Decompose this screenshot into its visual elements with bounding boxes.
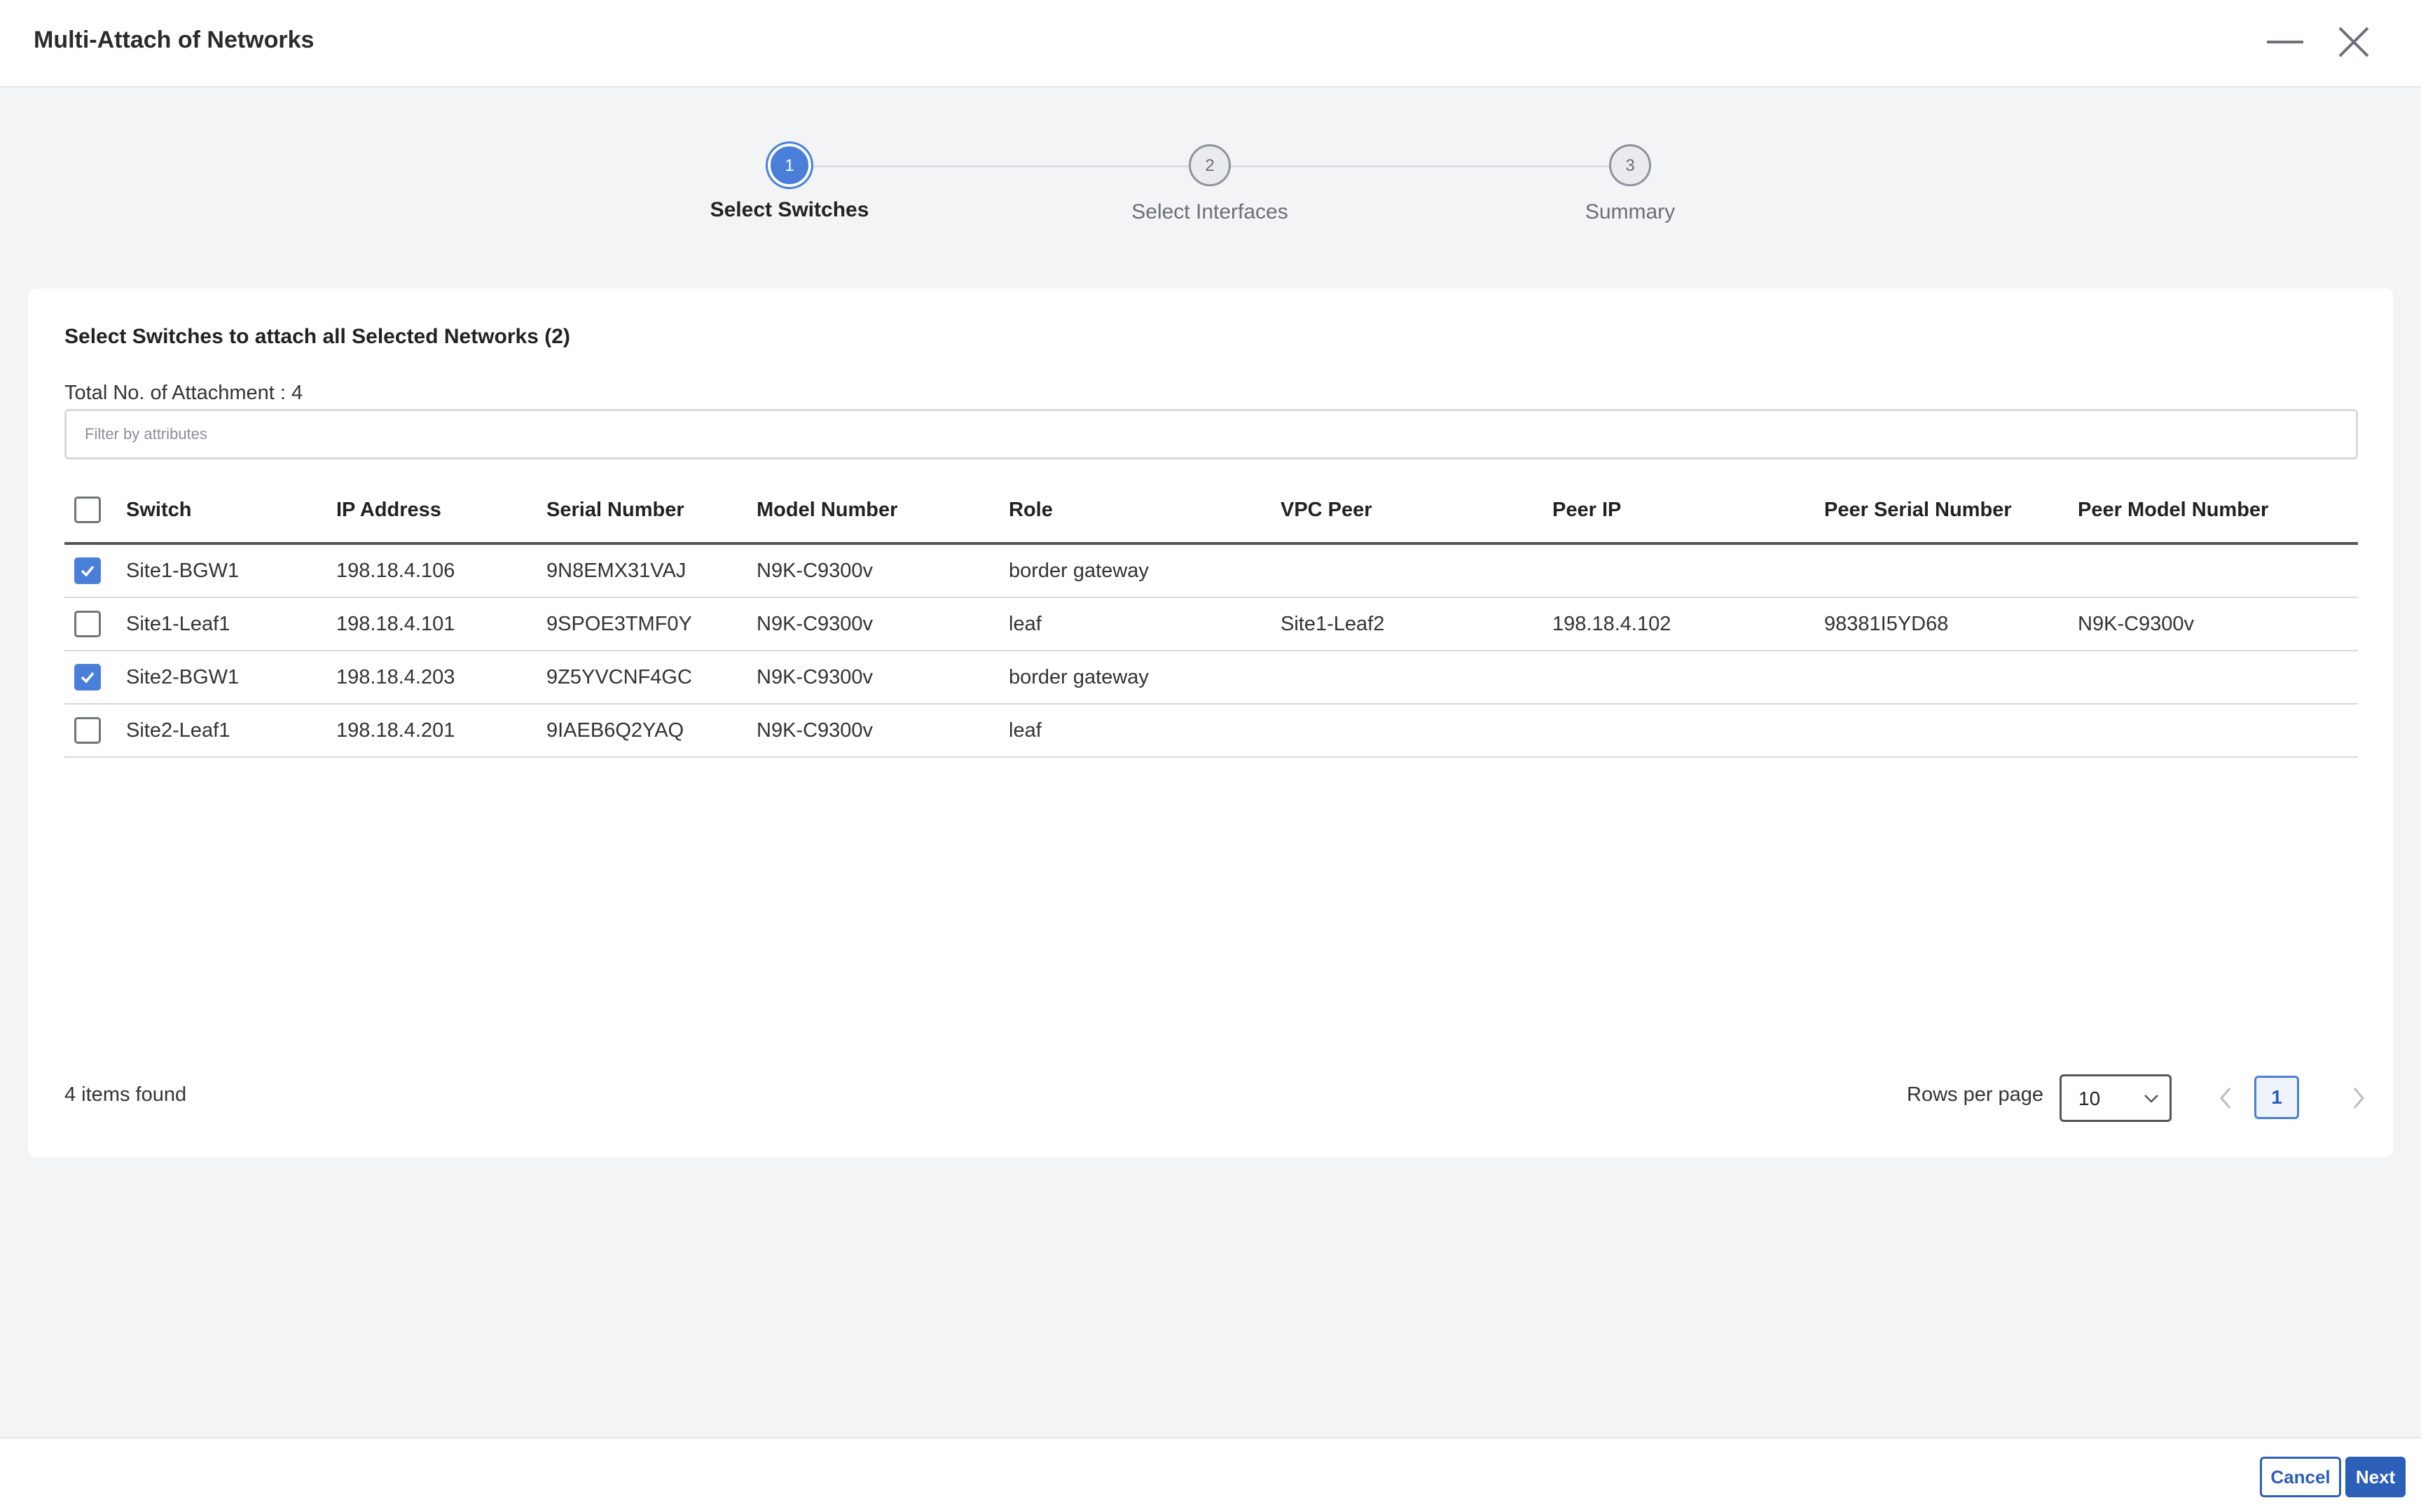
minimize-button[interactable] — [2264, 21, 2306, 63]
step-summary: 3 Summary — [1490, 140, 1770, 224]
column-header[interactable]: Peer Model Number — [2078, 478, 2358, 545]
rows-per-page-label: Rows per page — [1907, 1083, 2044, 1106]
column-header[interactable]: Serial Number — [546, 478, 757, 545]
cell-peer-serial — [1824, 543, 2078, 598]
card-heading: Select Switches to attach all Selected N… — [64, 325, 570, 348]
wizard-stepper: 1 Select Switches 2 Select Interfaces 3 … — [0, 140, 2421, 238]
cell-peer-serial — [1824, 651, 2078, 705]
checkmark-icon — [81, 565, 95, 577]
chevron-down-icon — [2144, 1095, 2158, 1103]
step-number: 2 — [1189, 144, 1231, 186]
next-button[interactable]: Next — [2345, 1457, 2406, 1497]
cell-switch: Site1-Leaf1 — [126, 597, 336, 651]
cell-vpc-peer: Site1-Leaf2 — [1281, 597, 1552, 651]
cell-ip: 198.18.4.201 — [336, 704, 546, 758]
column-header[interactable]: IP Address — [336, 478, 546, 545]
chevron-right-icon — [2353, 1088, 2364, 1109]
column-header[interactable]: VPC Peer — [1281, 478, 1552, 545]
cell-role: border gateway — [1009, 543, 1281, 598]
cell-peer-model — [2078, 704, 2358, 758]
table-row[interactable]: Site1-Leaf1 198.18.4.101 9SPOE3TMF0Y N9K… — [64, 597, 2358, 651]
cell-switch: Site1-BGW1 — [126, 543, 336, 598]
items-found-count: 4 items found — [64, 1083, 187, 1106]
cell-model: N9K-C9300v — [757, 704, 1009, 758]
next-page-button[interactable] — [2341, 1078, 2376, 1118]
switches-table: Switch IP Address Serial Number Model Nu… — [64, 478, 2358, 758]
dialog-footer: Cancel Next — [0, 1437, 2421, 1512]
rows-per-page-select[interactable]: 10 — [2060, 1074, 2172, 1122]
step-label: Select Switches — [710, 198, 869, 221]
cell-peer-ip — [1552, 543, 1824, 598]
cell-serial: 9Z5YVCNF4GC — [546, 651, 757, 705]
cell-peer-ip — [1552, 651, 1824, 705]
close-button[interactable] — [2333, 21, 2375, 63]
page-number-button[interactable]: 1 — [2254, 1076, 2299, 1119]
cell-peer-ip — [1552, 704, 1824, 758]
cell-vpc-peer — [1281, 651, 1552, 705]
cell-model: N9K-C9300v — [757, 597, 1009, 651]
close-icon — [2338, 27, 2369, 57]
row-checkbox[interactable] — [74, 717, 101, 744]
cell-peer-model: N9K-C9300v — [2078, 597, 2358, 651]
minimize-icon — [2267, 41, 2303, 43]
rows-per-page-value: 10 — [2078, 1088, 2101, 1109]
previous-page-button[interactable] — [2208, 1078, 2243, 1118]
cell-ip: 198.18.4.203 — [336, 651, 546, 705]
cell-serial: 9N8EMX31VAJ — [546, 543, 757, 598]
cell-peer-ip: 198.18.4.102 — [1552, 597, 1824, 651]
cell-peer-serial: 98381I5YD68 — [1824, 597, 2078, 651]
chevron-left-icon — [2220, 1088, 2231, 1109]
step-label: Select Interfaces — [1131, 200, 1288, 223]
cancel-button[interactable]: Cancel — [2260, 1457, 2341, 1497]
cell-peer-model — [2078, 543, 2358, 598]
cell-serial: 9IAEB6Q2YAQ — [546, 704, 757, 758]
checkmark-icon — [81, 672, 95, 684]
filter-input[interactable] — [64, 409, 2358, 459]
table-row[interactable]: Site2-Leaf1 198.18.4.201 9IAEB6Q2YAQ N9K… — [64, 704, 2358, 758]
table-row[interactable]: Site1-BGW1 198.18.4.106 9N8EMX31VAJ N9K-… — [64, 543, 2358, 598]
column-header[interactable]: Peer IP — [1552, 478, 1824, 545]
cell-role: leaf — [1009, 597, 1281, 651]
cell-serial: 9SPOE3TMF0Y — [546, 597, 757, 651]
step-select-switches: 1 Select Switches — [649, 140, 930, 222]
header-select-all — [64, 478, 126, 545]
cell-model: N9K-C9300v — [757, 543, 1009, 598]
title-bar: Multi-Attach of Networks — [0, 0, 2421, 88]
table-row[interactable]: Site2-BGW1 198.18.4.203 9Z5YVCNF4GC N9K-… — [64, 651, 2358, 705]
cell-model: N9K-C9300v — [757, 651, 1009, 705]
cell-peer-model — [2078, 651, 2358, 705]
step-label: Summary — [1585, 200, 1676, 223]
table-header-row: Switch IP Address Serial Number Model Nu… — [64, 478, 2358, 545]
row-checkbox[interactable] — [74, 611, 101, 637]
total-attachments: Total No. of Attachment : 4 — [64, 382, 303, 404]
column-header[interactable]: Model Number — [757, 478, 1009, 545]
cell-peer-serial — [1824, 704, 2078, 758]
cell-switch: Site2-Leaf1 — [126, 704, 336, 758]
cell-ip: 198.18.4.101 — [336, 597, 546, 651]
step-number: 1 — [771, 146, 808, 184]
cell-vpc-peer — [1281, 543, 1552, 598]
switch-selection-card: Select Switches to attach all Selected N… — [28, 289, 2393, 1157]
select-all-checkbox[interactable] — [74, 497, 101, 523]
column-header[interactable]: Switch — [126, 478, 336, 545]
column-header[interactable]: Role — [1009, 478, 1281, 545]
cell-switch: Site2-BGW1 — [126, 651, 336, 705]
dialog-title: Multi-Attach of Networks — [34, 27, 315, 53]
cell-vpc-peer — [1281, 704, 1552, 758]
row-checkbox[interactable] — [74, 664, 101, 691]
cell-role: border gateway — [1009, 651, 1281, 705]
row-checkbox[interactable] — [74, 557, 101, 584]
column-header[interactable]: Peer Serial Number — [1824, 478, 2078, 545]
cell-ip: 198.18.4.106 — [336, 543, 546, 598]
step-number: 3 — [1609, 144, 1651, 186]
step-select-interfaces: 2 Select Interfaces — [1070, 140, 1350, 224]
cell-role: leaf — [1009, 704, 1281, 758]
